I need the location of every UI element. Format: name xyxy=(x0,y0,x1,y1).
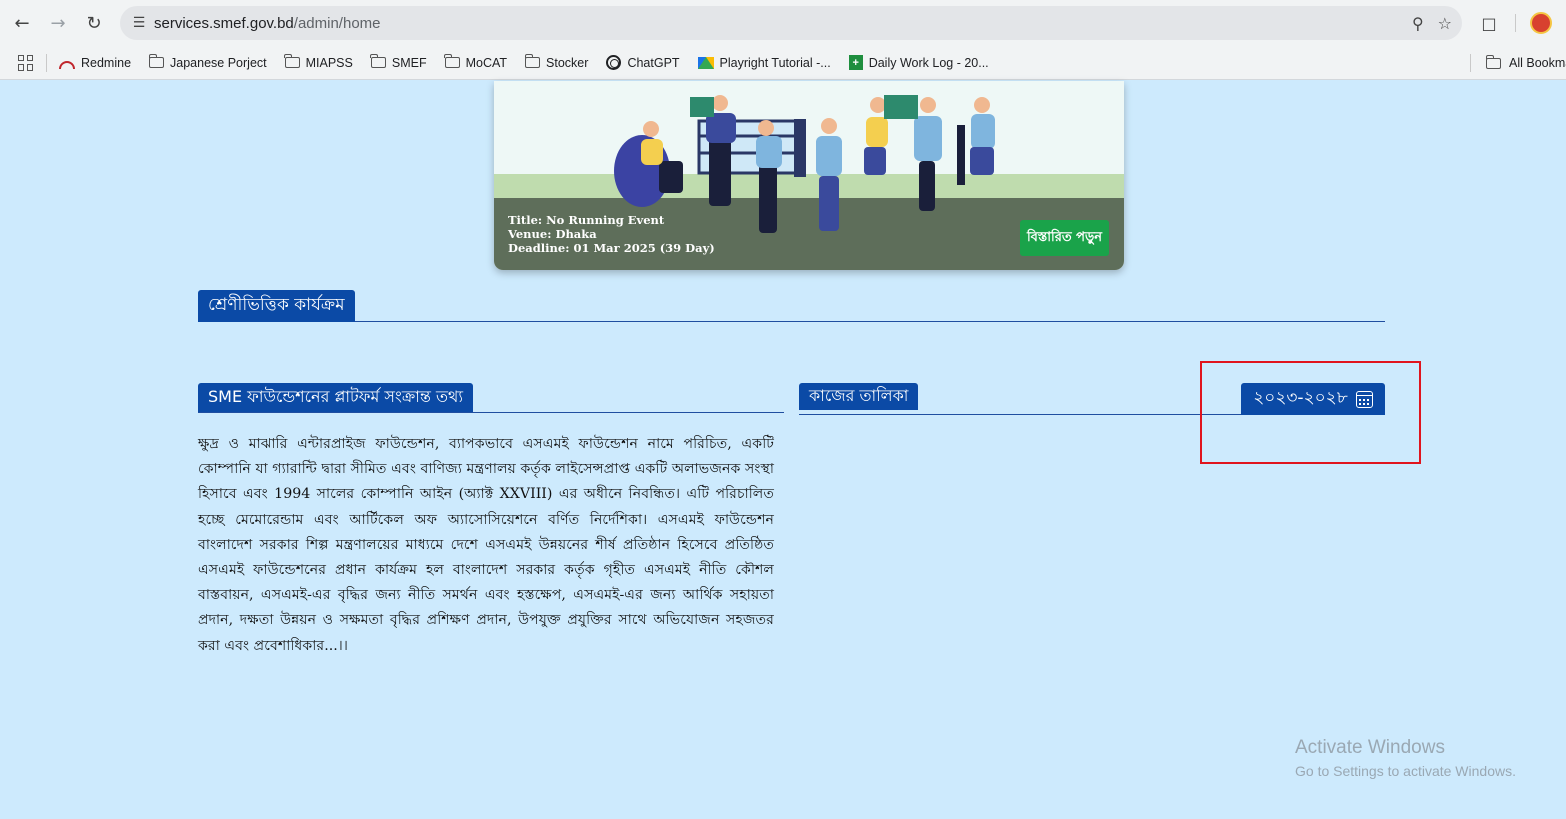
bookmark-label: Redmine xyxy=(81,55,132,70)
site-info-icon[interactable]: ☰ xyxy=(124,15,154,31)
about-heading: SME ফাউন্ডেশনের প্লাটফর্ম সংক্রান্ত তথ্য xyxy=(198,383,474,412)
category-heading: শ্রেণীভিত্তিক কার্যক্রম xyxy=(198,290,355,322)
forward-icon[interactable]: → xyxy=(40,5,76,41)
bookmark-label: Playright Tutorial -... xyxy=(719,55,831,70)
all-bookmarks-label: All Bookmarks xyxy=(1509,56,1566,70)
bookmark-japanese-porject[interactable]: Japanese Porject xyxy=(148,54,267,70)
address-bar[interactable]: ☰ services.smef.gov.bd/admin/home ⚲ ☆ xyxy=(120,6,1462,40)
bookmark-chatgpt[interactable]: ChatGPT xyxy=(606,55,680,70)
browser-toolbar: ← → ↻ ☰ services.smef.gov.bd/admin/home … xyxy=(0,0,1566,46)
folder-icon xyxy=(148,54,165,68)
folder-icon xyxy=(370,54,386,68)
bookmark-daily-work-log[interactable]: + Daily Work Log - 20... xyxy=(848,55,989,70)
extensions-icon[interactable]: □ xyxy=(1474,8,1504,38)
category-section-header: শ্রেণীভিত্তিক কার্যক্রম xyxy=(198,290,1385,322)
bookmark-label: ChatGPT xyxy=(627,55,680,70)
bookmark-mocat[interactable]: MoCAT xyxy=(444,54,508,70)
event-title: Title: No Running Event xyxy=(508,213,665,227)
drive-icon xyxy=(697,56,714,69)
bookmarks-bar: Redmine Japanese Porject MIAPSS SMEF MoC… xyxy=(0,46,1566,80)
bookmark-label: Daily Work Log - 20... xyxy=(868,55,989,70)
all-bookmarks[interactable]: All Bookmarks xyxy=(1485,46,1566,79)
bookmark-label: Japanese Porject xyxy=(170,55,267,70)
bookmark-label: SMEF xyxy=(391,55,427,70)
zoom-icon[interactable]: ⚲ xyxy=(1412,14,1424,33)
sheets-icon: + xyxy=(848,55,863,70)
bookmark-label: Stocker xyxy=(546,55,589,70)
watermark-subtitle: Go to Settings to activate Windows. xyxy=(1295,763,1516,779)
event-info: Title: No Running Event Venue: Dhaka Dea… xyxy=(508,213,715,255)
redmine-icon xyxy=(59,60,75,69)
back-icon[interactable]: ← xyxy=(4,5,40,41)
bookmarks-divider xyxy=(46,53,47,72)
apps-icon[interactable] xyxy=(18,54,34,71)
folder-icon xyxy=(524,54,541,68)
event-venue: Venue: Dhaka xyxy=(508,227,597,241)
toolbar-divider xyxy=(1515,14,1516,32)
star-icon[interactable]: ☆ xyxy=(1438,14,1452,33)
bookmark-smef[interactable]: SMEF xyxy=(370,54,427,70)
avatar[interactable] xyxy=(1530,12,1552,34)
bookmark-miapss[interactable]: MIAPSS xyxy=(284,54,353,70)
reload-icon[interactable]: ↻ xyxy=(76,5,112,41)
folder-icon xyxy=(1485,54,1501,69)
url-path: /admin/home xyxy=(293,14,381,32)
read-more-button[interactable]: বিস্তারিত পড়ুন xyxy=(1020,220,1109,256)
event-deadline: Deadline: 01 Mar 2025 (39 Day) xyxy=(508,241,715,255)
watermark-title: Activate Windows xyxy=(1295,737,1445,758)
folder-icon xyxy=(444,54,460,68)
bookmarks-divider xyxy=(1470,54,1471,72)
about-section-header: SME ফাউন্ডেশনের প্লাটফর্ম সংক্রান্ত তথ্য xyxy=(198,383,784,413)
tasks-heading: কাজের তালিকা xyxy=(799,383,919,410)
url-host: services.smef.gov.bd xyxy=(154,14,294,32)
url-text[interactable]: services.smef.gov.bd/admin/home xyxy=(154,15,381,32)
activate-windows-watermark: Activate Windows Go to Settings to activ… xyxy=(1295,737,1516,779)
bookmark-redmine[interactable]: Redmine xyxy=(59,56,131,70)
folder-icon xyxy=(284,54,300,68)
event-card: Title: No Running Event Venue: Dhaka Dea… xyxy=(494,81,1124,270)
annotation-highlight-box xyxy=(1200,361,1421,464)
bookmark-label: MIAPSS xyxy=(305,55,353,70)
chatgpt-icon xyxy=(606,55,622,70)
about-text: ক্ষুদ্র ও মাঝারি এন্টারপ্রাইজ ফাউন্ডেশন,… xyxy=(198,436,774,654)
bookmark-stocker[interactable]: Stocker xyxy=(524,54,589,70)
bookmark-label: MoCAT xyxy=(465,55,508,70)
bookmark-playright-tutorial[interactable]: Playright Tutorial -... xyxy=(697,55,831,70)
